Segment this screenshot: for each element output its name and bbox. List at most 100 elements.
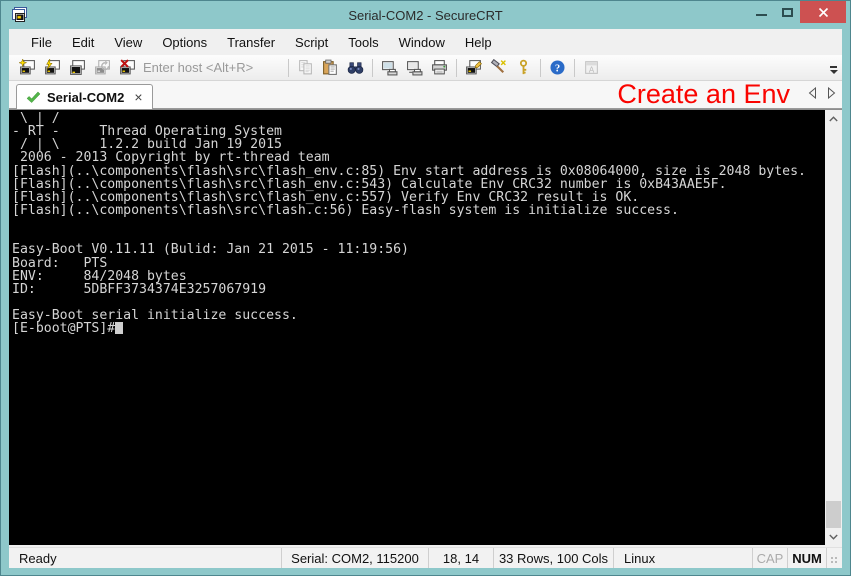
status-bar: Ready Serial: COM2, 115200 18, 14 33 Row… xyxy=(9,547,842,568)
terminal-line: Easy-Boot serial initialize success. xyxy=(12,309,825,322)
status-cursor-position: 18, 14 xyxy=(428,548,493,568)
status-ready: Ready xyxy=(9,548,281,568)
toolbar-separator xyxy=(372,59,373,77)
maximize-icon xyxy=(782,8,793,17)
status-serial: Serial: COM2, 115200 xyxy=(281,548,428,568)
close-icon xyxy=(818,7,829,18)
tab-scroll-left-icon[interactable] xyxy=(808,87,817,99)
print-screen-button[interactable] xyxy=(377,56,402,80)
annotation-create-env: Create an Env xyxy=(617,79,790,110)
client-area: FileEditViewOptionsTransferScriptToolsWi… xyxy=(9,29,842,568)
reconnect-button xyxy=(90,56,115,80)
help-button[interactable] xyxy=(545,56,570,80)
keys-icon xyxy=(515,59,532,76)
disconnect-button[interactable] xyxy=(115,56,140,80)
terminal-line: [Flash](..\components\flash\src\flash.c:… xyxy=(12,204,825,217)
window-session-button xyxy=(579,56,604,80)
menu-options[interactable]: Options xyxy=(152,31,217,54)
reconnect-icon xyxy=(94,59,111,76)
toolbar xyxy=(9,55,842,81)
scrollbar-thumb[interactable] xyxy=(826,501,841,528)
maximize-button[interactable] xyxy=(774,1,800,23)
disconnect-icon xyxy=(119,59,136,76)
menu-transfer[interactable]: Transfer xyxy=(217,31,285,54)
terminal-line: [Flash](..\components\flash\src\flash_en… xyxy=(12,165,825,178)
toolbar-overflow-button[interactable] xyxy=(827,63,840,77)
menu-script[interactable]: Script xyxy=(285,31,338,54)
tab-serial-com2[interactable]: Serial-COM2 × xyxy=(16,84,153,109)
title-bar[interactable]: Serial-COM2 - SecureCRT xyxy=(1,1,850,29)
global-options-button[interactable] xyxy=(486,56,511,80)
close-button[interactable] xyxy=(800,1,846,23)
securecrt-window: Serial-COM2 - SecureCRT FileEditViewOpti… xyxy=(0,0,851,576)
new-session-icon xyxy=(19,59,36,76)
help-icon xyxy=(549,59,566,76)
paste-button[interactable] xyxy=(318,56,343,80)
terminal-area: \ | /- RT - Thread Operating System / | … xyxy=(9,109,842,545)
chevron-down-icon xyxy=(829,534,838,540)
quick-connect-button[interactable] xyxy=(40,56,65,80)
copy-icon xyxy=(297,59,314,76)
window-title: Serial-COM2 - SecureCRT xyxy=(1,8,850,23)
menu-edit[interactable]: Edit xyxy=(62,31,104,54)
printer-icon xyxy=(431,59,448,76)
tab-label: Serial-COM2 xyxy=(47,90,124,105)
window-session-icon xyxy=(583,59,600,76)
toolbar-overflow-icon xyxy=(830,66,837,68)
copy-button xyxy=(293,56,318,80)
printer-button[interactable] xyxy=(427,56,452,80)
minimize-icon xyxy=(756,14,767,16)
menu-view[interactable]: View xyxy=(104,31,152,54)
terminal-line: ID: 5DBFF3734374E3257067919 xyxy=(12,283,825,296)
menu-tools[interactable]: Tools xyxy=(338,31,388,54)
new-session-button[interactable] xyxy=(15,56,40,80)
scroll-up-button[interactable] xyxy=(825,110,842,127)
clone-session-icon xyxy=(69,59,86,76)
quick-connect-icon xyxy=(44,59,61,76)
terminal-line: Easy-Boot V0.11.11 (Bulid: Jan 21 2015 -… xyxy=(12,243,825,256)
terminal-line: ENV: 84/2048 bytes xyxy=(12,270,825,283)
tab-close-icon[interactable]: × xyxy=(134,90,142,104)
toolbar-separator xyxy=(288,59,289,77)
print-screen-icon xyxy=(381,59,398,76)
status-caps-lock: CAP xyxy=(752,548,787,568)
toolbar-separator xyxy=(574,59,575,77)
session-options-button[interactable] xyxy=(461,56,486,80)
menu-bar: FileEditViewOptionsTransferScriptToolsWi… xyxy=(9,29,842,55)
terminal-line: [Flash](..\components\flash\src\flash_en… xyxy=(12,191,825,204)
terminal-screen[interactable]: \ | /- RT - Thread Operating System / | … xyxy=(9,110,825,545)
terminal-line: Board: PTS xyxy=(12,257,825,270)
terminal-line xyxy=(12,217,825,230)
terminal-scrollbar[interactable] xyxy=(825,110,842,545)
toolbar-separator xyxy=(456,59,457,77)
host-input[interactable] xyxy=(142,58,280,78)
find-icon xyxy=(347,59,364,76)
menu-help[interactable]: Help xyxy=(455,31,502,54)
scrollbar-track[interactable] xyxy=(825,127,842,528)
tab-scroll-right-icon[interactable] xyxy=(827,87,836,99)
clone-session-button[interactable] xyxy=(65,56,90,80)
status-terminal-size: 33 Rows, 100 Cols xyxy=(493,548,613,568)
terminal-line: [Flash](..\components\flash\src\flash_en… xyxy=(12,178,825,191)
status-num-lock: NUM xyxy=(787,548,826,568)
terminal-cursor xyxy=(115,322,123,334)
paste-icon xyxy=(322,59,339,76)
menu-file[interactable]: File xyxy=(21,31,62,54)
find-button[interactable] xyxy=(343,56,368,80)
session-options-icon xyxy=(465,59,482,76)
global-options-icon xyxy=(490,59,507,76)
print-wizard-icon xyxy=(406,59,423,76)
resize-grip[interactable] xyxy=(826,548,842,568)
menu-window[interactable]: Window xyxy=(389,31,455,54)
chevron-up-icon xyxy=(829,116,838,122)
terminal-line: [E-boot@PTS]# xyxy=(12,322,825,335)
minimize-button[interactable] xyxy=(748,1,774,23)
toolbar-separator xyxy=(540,59,541,77)
tab-bar: Serial-COM2 × Create an Env xyxy=(9,81,842,109)
status-emulation: Linux xyxy=(613,548,752,568)
keys-button[interactable] xyxy=(511,56,536,80)
scroll-down-button[interactable] xyxy=(825,528,842,545)
connected-check-icon xyxy=(26,91,41,104)
terminal-line: 2006 - 2013 Copyright by rt-thread team xyxy=(12,151,825,164)
print-wizard-button[interactable] xyxy=(402,56,427,80)
